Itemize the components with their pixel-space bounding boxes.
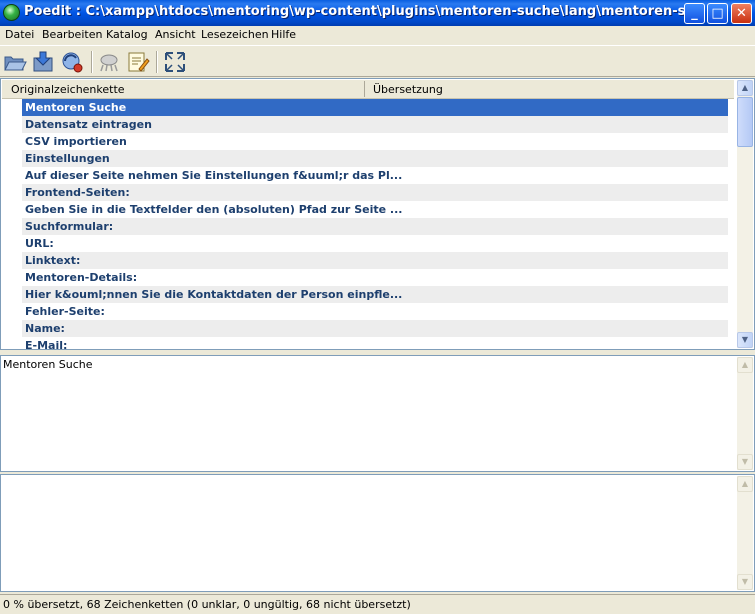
table-row[interactable]: Auf dieser Seite nehmen Sie Einstellunge… bbox=[22, 167, 728, 184]
list-scrollbar[interactable]: ▲ ▼ bbox=[737, 80, 753, 348]
comment-button[interactable] bbox=[125, 49, 151, 75]
menu-lesezeichen[interactable]: Lesezeichen bbox=[201, 28, 269, 41]
table-row[interactable]: Frontend-Seiten: bbox=[22, 184, 728, 201]
list-header: Originalzeichenkette Übersetzung bbox=[2, 80, 734, 99]
table-row[interactable]: Suchformular: bbox=[22, 218, 728, 235]
update-button[interactable] bbox=[59, 49, 85, 75]
source-text-panel[interactable]: Mentoren Suche ▲ ▼ bbox=[0, 355, 755, 472]
save-button[interactable] bbox=[30, 49, 56, 75]
scroll-up-button[interactable]: ▲ bbox=[737, 80, 753, 96]
fullscreen-icon bbox=[165, 52, 185, 72]
close-button[interactable]: ✕ bbox=[731, 3, 752, 24]
title-bar[interactable]: Poedit : C:\xampp\htdocs\mentoring\wp-co… bbox=[0, 0, 755, 26]
update-icon bbox=[62, 52, 83, 73]
table-row[interactable]: Linktext: bbox=[22, 252, 728, 269]
window-title: Poedit : C:\xampp\htdocs\mentoring\wp-co… bbox=[24, 4, 684, 19]
menu-ansicht[interactable]: Ansicht bbox=[155, 28, 196, 41]
arrow-down-icon: ▼ bbox=[741, 577, 749, 586]
minimize-button[interactable]: _ bbox=[684, 3, 705, 24]
comment-icon bbox=[128, 52, 150, 72]
menu-bar: Datei Bearbeiten Katalog Ansicht Lesezei… bbox=[0, 26, 755, 44]
status-text: 0 % übersetzt, 68 Zeichenketten (0 unkla… bbox=[3, 598, 411, 611]
close-icon: ✕ bbox=[736, 6, 747, 21]
toolbar-separator bbox=[91, 51, 93, 73]
table-row[interactable]: Mentoren-Details: bbox=[22, 269, 728, 286]
source-text: Mentoren Suche bbox=[3, 358, 93, 371]
arrow-up-icon: ▲ bbox=[741, 479, 749, 488]
table-row[interactable]: Mentoren Suche bbox=[22, 99, 728, 116]
table-row[interactable]: Hier k&ouml;nnen Sie die Kontaktdaten de… bbox=[22, 286, 728, 303]
scroll-down-button[interactable]: ▼ bbox=[737, 574, 753, 590]
toolbar bbox=[0, 45, 755, 77]
scroll-down-button[interactable]: ▼ bbox=[737, 454, 753, 470]
menu-katalog[interactable]: Katalog bbox=[106, 28, 148, 41]
maximize-icon: □ bbox=[711, 6, 724, 21]
translation-input[interactable]: ▲ ▼ bbox=[0, 474, 755, 592]
poedit-app-icon[interactable] bbox=[3, 4, 20, 21]
list-rows: Mentoren Suche Datensatz eintragen CSV i… bbox=[22, 99, 728, 349]
table-row[interactable]: Datensatz eintragen bbox=[22, 116, 728, 133]
maximize-button[interactable]: □ bbox=[707, 3, 728, 24]
scroll-thumb[interactable] bbox=[737, 97, 753, 147]
scroll-up-button[interactable]: ▲ bbox=[737, 476, 753, 492]
arrow-up-icon: ▲ bbox=[741, 83, 749, 92]
open-button[interactable] bbox=[2, 49, 28, 75]
arrow-down-icon: ▼ bbox=[741, 335, 749, 344]
arrow-down-icon: ▼ bbox=[741, 457, 749, 466]
source-scrollbar[interactable]: ▲ ▼ bbox=[737, 357, 753, 470]
scroll-down-button[interactable]: ▼ bbox=[737, 332, 753, 348]
menu-bearbeiten[interactable]: Bearbeiten bbox=[42, 28, 102, 41]
validate-button[interactable] bbox=[96, 49, 122, 75]
string-list[interactable]: Originalzeichenkette Übersetzung Mentore… bbox=[0, 78, 755, 350]
column-header-translation[interactable]: Übersetzung bbox=[373, 83, 443, 96]
table-row[interactable]: Geben Sie in die Textfelder den (absolut… bbox=[22, 201, 728, 218]
table-row[interactable]: Name: bbox=[22, 320, 728, 337]
arrow-up-icon: ▲ bbox=[741, 360, 749, 369]
toolbar-separator bbox=[156, 51, 158, 73]
fullscreen-button[interactable] bbox=[162, 49, 188, 75]
menu-datei[interactable]: Datei bbox=[5, 28, 34, 41]
scroll-up-button[interactable]: ▲ bbox=[737, 357, 753, 373]
column-divider[interactable] bbox=[364, 81, 365, 97]
minimize-icon: _ bbox=[691, 6, 698, 21]
table-row[interactable]: CSV importieren bbox=[22, 133, 728, 150]
table-row[interactable]: Fehler-Seite: bbox=[22, 303, 728, 320]
table-row[interactable]: E-Mail: bbox=[22, 337, 728, 349]
menu-hilfe[interactable]: Hilfe bbox=[271, 28, 296, 41]
table-row[interactable]: Einstellungen bbox=[22, 150, 728, 167]
translation-scrollbar[interactable]: ▲ ▼ bbox=[737, 476, 753, 590]
column-header-source[interactable]: Originalzeichenkette bbox=[11, 83, 125, 96]
status-bar: 0 % übersetzt, 68 Zeichenketten (0 unkla… bbox=[0, 594, 755, 614]
save-icon bbox=[33, 51, 53, 72]
open-icon bbox=[4, 56, 27, 71]
table-row[interactable]: URL: bbox=[22, 235, 728, 252]
validate-icon bbox=[100, 54, 118, 72]
